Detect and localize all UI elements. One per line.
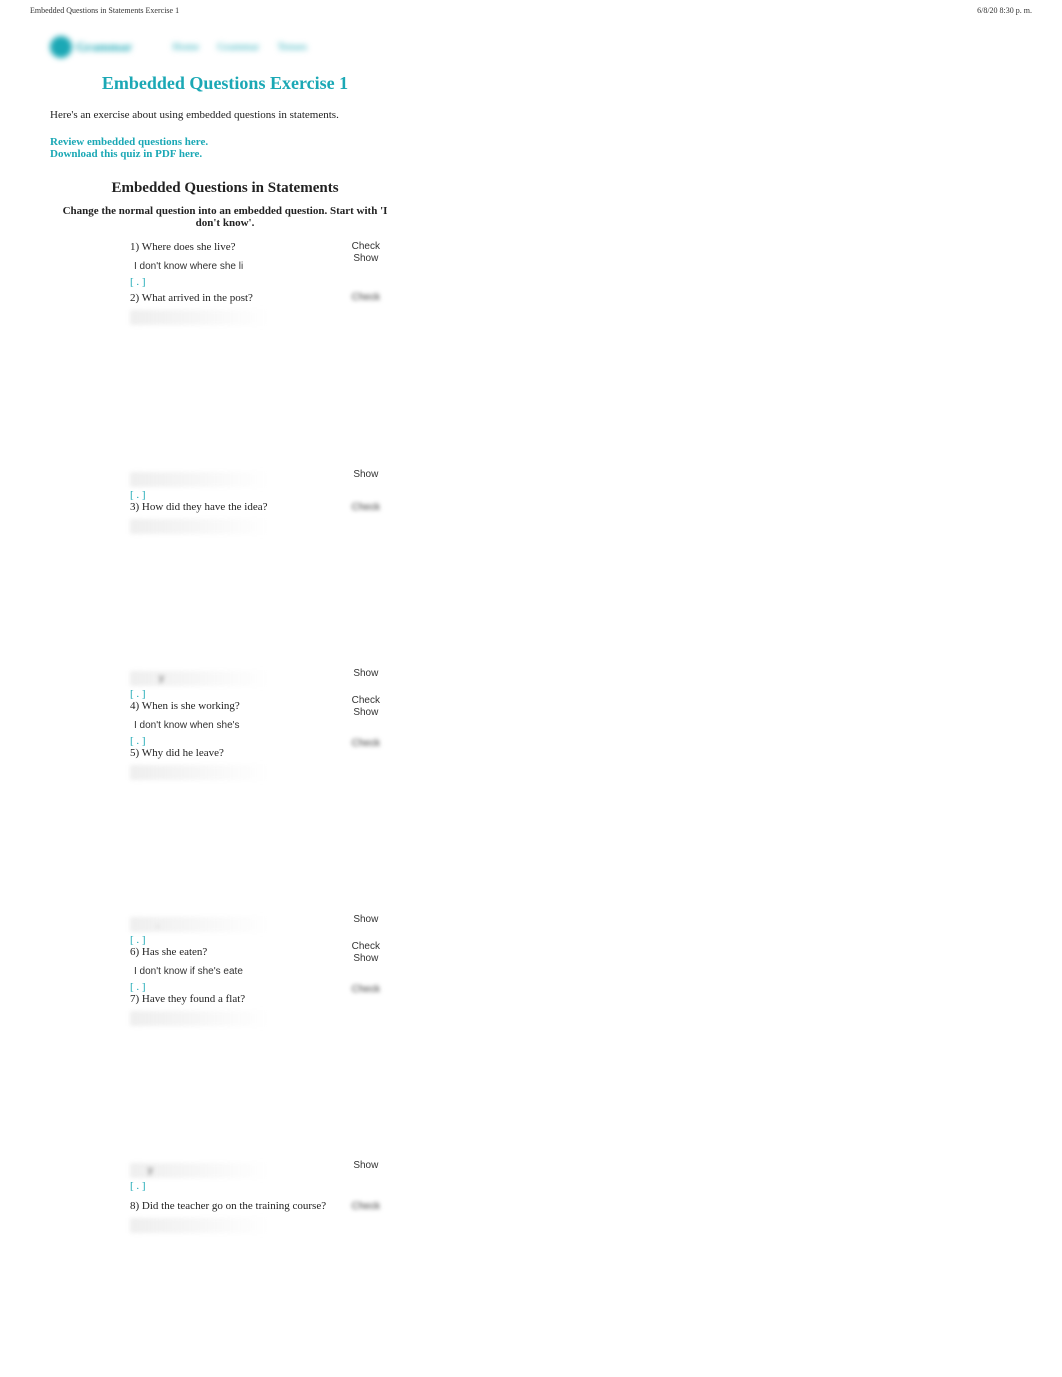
nav-links: Home Grammar Tenses (172, 41, 307, 53)
answer-input[interactable] (130, 718, 270, 733)
question-text: 4) When is she working? (130, 700, 352, 712)
answer-input-blurred[interactable] (130, 1011, 270, 1026)
check-button[interactable]: Check (352, 941, 380, 952)
show-button[interactable]: Show (352, 253, 380, 264)
logo-nav-bar: Grammar Home Grammar Tenses (50, 36, 400, 58)
question-block: 1) Where does she live? [ . ] Check Show (50, 241, 400, 288)
question-block: y [ . ] 4) When is she working? [ . ] 5)… (50, 668, 400, 780)
question-block: 2) What arrived in the post? Check (50, 292, 400, 325)
answer-input-blurred[interactable] (130, 472, 270, 487)
question-text: 3) How did they have the idea? (130, 501, 352, 513)
question-text: 1) Where does she live? (130, 241, 352, 253)
download-link[interactable]: Download this quiz in PDF here. (50, 148, 400, 160)
bracket-indicator: [ . ] (130, 735, 352, 747)
check-button[interactable]: Check (352, 738, 380, 749)
question-block: y [ . ] 8) Did the teacher go on the tra… (50, 1160, 400, 1233)
site-logo[interactable]: Grammar (50, 36, 132, 58)
logo-text: Grammar (76, 39, 132, 55)
logo-icon (50, 36, 72, 58)
answer-input-blurred[interactable] (130, 310, 270, 325)
bracket-indicator: [ . ] (130, 981, 352, 993)
bracket-indicator: [ . ] (130, 688, 352, 700)
answer-input-blurred[interactable]: . (130, 917, 270, 932)
document-header: Embedded Questions in Statements Exercis… (0, 0, 1062, 21)
header-title: Embedded Questions in Statements Exercis… (30, 6, 179, 15)
bracket-indicator: [ . ] (130, 934, 352, 946)
answer-input-blurred[interactable]: y (130, 671, 270, 686)
page-title: Embedded Questions Exercise 1 (50, 73, 400, 94)
answer-input-blurred[interactable] (130, 1218, 270, 1233)
show-button[interactable]: Show (352, 668, 380, 679)
intro-text: Here's an exercise about using embedded … (50, 109, 400, 121)
nav-link-tenses[interactable]: Tenses (277, 41, 307, 53)
show-button[interactable]: Show (352, 1160, 380, 1171)
answer-input[interactable] (130, 964, 270, 979)
bracket-indicator: [ . ] (130, 489, 352, 501)
main-content: Grammar Home Grammar Tenses Embedded Que… (0, 21, 450, 1252)
nav-link-home[interactable]: Home (172, 41, 199, 53)
check-button[interactable]: Check (352, 1201, 380, 1212)
bracket-indicator: [ . ] (130, 1180, 352, 1192)
header-timestamp: 6/8/20 8:30 p. m. (977, 6, 1032, 15)
question-text: 7) Have they found a flat? (130, 993, 352, 1005)
check-button[interactable]: Check (352, 695, 380, 706)
check-button[interactable]: Check (352, 984, 380, 995)
question-text: 2) What arrived in the post? (130, 292, 352, 304)
check-button[interactable]: Check (352, 292, 380, 303)
instruction-text: Change the normal question into an embed… (50, 205, 400, 229)
question-text: 5) Why did he leave? (130, 747, 352, 759)
show-button[interactable]: Show (352, 914, 380, 925)
answer-input-blurred[interactable] (130, 765, 270, 780)
answer-input[interactable] (130, 259, 270, 274)
question-block: [ . ] 3) How did they have the idea? Sho… (50, 469, 400, 534)
answer-input-blurred[interactable]: y (130, 1163, 270, 1178)
question-text: 6) Has she eaten? (130, 946, 352, 958)
show-button[interactable]: Show (352, 953, 380, 964)
nav-link-grammar[interactable]: Grammar (217, 41, 259, 53)
show-button[interactable]: Show (352, 707, 380, 718)
bracket-indicator: [ . ] (130, 276, 352, 288)
answer-input-blurred[interactable] (130, 519, 270, 534)
check-button[interactable]: Check (352, 241, 380, 252)
review-link[interactable]: Review embedded questions here. (50, 136, 400, 148)
question-block: . [ . ] 6) Has she eaten? [ . ] 7) Have … (50, 914, 400, 1026)
show-button[interactable]: Show (352, 469, 380, 480)
section-title: Embedded Questions in Statements (50, 180, 400, 197)
question-text: 8) Did the teacher go on the training co… (130, 1200, 352, 1212)
check-button[interactable]: Check (352, 502, 380, 513)
